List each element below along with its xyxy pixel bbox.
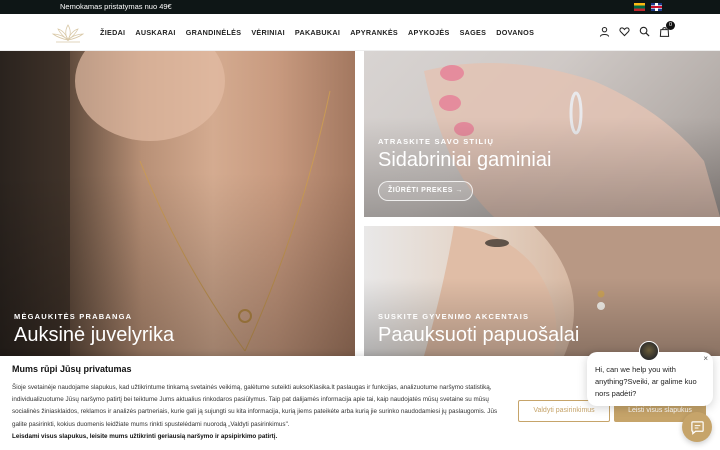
user-icon[interactable] [599, 26, 610, 37]
lotus-logo[interactable] [50, 21, 86, 45]
promo-text: Nemokamas pristatymas nuo 49€ [60, 2, 172, 11]
view-products-button[interactable]: ŽIŪRĖTI PREKES → [378, 181, 473, 201]
nav-item-sages[interactable]: SAGES [460, 28, 487, 37]
lithuanian-flag-icon[interactable] [634, 3, 645, 11]
nav-item-grandineles[interactable]: GRANDINĖLĖS [186, 28, 242, 37]
chat-message: Hi, can we help you with anything?Sveiki… [595, 365, 697, 398]
cart-button[interactable]: 0 [659, 21, 675, 37]
cookie-text: Šioje svetainėje naudojame slapukus, kad… [12, 382, 512, 443]
nav-item-pakabukai[interactable]: PAKABUKAI [295, 28, 340, 37]
hero-tr-label: ATRASKITE SAVO STILIŲ [378, 137, 495, 146]
chat-launcher-button[interactable] [682, 412, 712, 442]
nav-item-dovanos[interactable]: DOVANOS [496, 28, 534, 37]
heart-icon[interactable] [619, 26, 630, 37]
main-nav: ŽIEDAI AUSKARAI GRANDINĖLĖS VĖRINIAI PAK… [100, 14, 534, 51]
language-switcher [634, 3, 662, 11]
english-flag-icon[interactable] [651, 3, 662, 11]
top-bar: Nemokamas pristatymas nuo 49€ [0, 0, 720, 14]
cookie-title: Mums rūpi Jūsų privatumas [12, 364, 132, 374]
header-actions: 0 [599, 21, 675, 37]
site-header: ŽIEDAI AUSKARAI GRANDINĖLĖS VĖRINIAI PAK… [0, 14, 720, 51]
cookie-bold-line: Leisdami visus slapukus, leisite mums už… [12, 432, 278, 440]
hero-br-label: SUSKITE GYVENIMO AKCENTAIS [378, 312, 530, 321]
hero-left-title[interactable]: Auksinė juvelyrika [14, 324, 174, 347]
search-icon[interactable] [639, 26, 650, 37]
hero-gold-plated[interactable]: SUSKITE GYVENIMO AKCENTAIS Paauksuoti pa… [364, 226, 720, 356]
nav-item-auskarai[interactable]: AUSKARAI [135, 28, 175, 37]
hero-gold-jewelry[interactable]: MĖGAUKITĖS PRABANGA Auksinė juvelyrika [0, 51, 355, 356]
cookie-body: Šioje svetainėje naudojame slapukus, kad… [12, 384, 498, 428]
chat-icon [690, 420, 704, 435]
hero-silver-products[interactable]: ATRASKITE SAVO STILIŲ Sidabriniai gamini… [364, 51, 720, 217]
chat-avatar [639, 341, 659, 361]
nav-item-apykojes[interactable]: APYKOJĖS [408, 28, 450, 37]
hero-br-title[interactable]: Paauksuoti papuošalai [378, 324, 579, 347]
hero-left-label: MĖGAUKITĖS PRABANGA [14, 312, 133, 321]
nav-item-ziedai[interactable]: ŽIEDAI [100, 28, 125, 37]
nav-item-veriniai[interactable]: VĖRINIAI [251, 28, 285, 37]
cart-count-badge: 0 [666, 21, 675, 30]
hero-tr-title[interactable]: Sidabriniai gaminiai [378, 149, 551, 172]
chat-close-icon[interactable]: × [703, 354, 708, 363]
nav-item-apyrankes[interactable]: APYRANKĖS [350, 28, 398, 37]
